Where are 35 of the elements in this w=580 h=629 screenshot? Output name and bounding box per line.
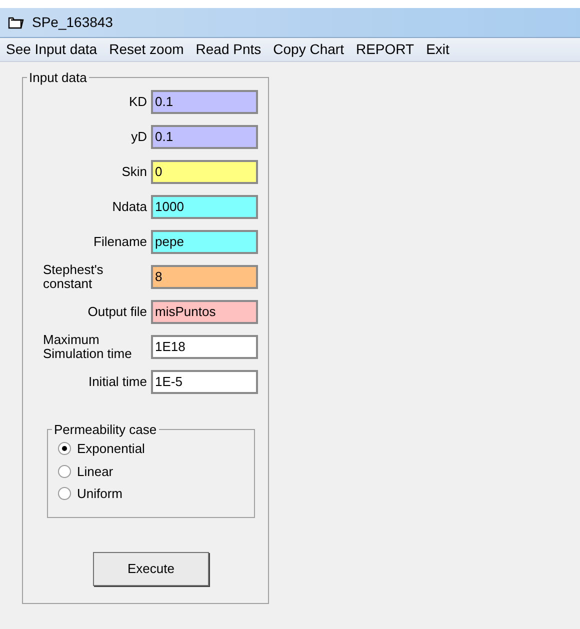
input-field[interactable]: 1000 <box>151 194 258 218</box>
input-field[interactable]: 0.1 <box>151 124 258 148</box>
input-field[interactable]: 1E18 <box>151 334 258 358</box>
input-field[interactable]: 0.1 <box>151 90 258 114</box>
radio-label: Uniform <box>77 485 123 503</box>
menu-item[interactable]: See Input data <box>0 39 104 60</box>
radio-button[interactable] <box>58 487 71 500</box>
radio-button[interactable] <box>58 442 71 456</box>
field-label: KD <box>128 94 147 108</box>
input-field[interactable]: 1E-5 <box>151 370 258 394</box>
input-field[interactable]: 8 <box>151 264 258 288</box>
field-label: Skin <box>122 164 147 178</box>
field-label: Ndata <box>112 200 147 214</box>
group-title: Input data <box>28 69 88 87</box>
input-field[interactable]: misPuntos <box>151 300 258 324</box>
field-label: Maximum Simulation time <box>43 332 133 360</box>
radio-label: Exponential <box>77 440 145 458</box>
menu-item[interactable]: REPORT <box>350 39 420 60</box>
field-label: Stephest's constant <box>43 262 104 290</box>
menu-item[interactable]: Copy Chart <box>267 39 350 60</box>
field-label: Initial time <box>88 374 147 388</box>
field-label: yD <box>131 130 147 144</box>
window-title: SPe_163843 <box>32 13 113 32</box>
input-field[interactable]: 0 <box>151 160 258 184</box>
execute-button[interactable]: Execute <box>93 552 209 586</box>
radio-label: Linear <box>77 462 114 480</box>
menu-item[interactable]: Read Pnts <box>190 39 268 60</box>
field-label: Output file <box>88 304 147 318</box>
group-title: Permeability case <box>53 420 158 439</box>
window-icon <box>8 16 24 30</box>
menu-item[interactable]: Reset zoom <box>103 39 190 60</box>
radio-button[interactable] <box>58 464 71 478</box>
input-field[interactable]: pepe <box>151 230 258 254</box>
field-label: Filename <box>94 234 147 248</box>
menu-item[interactable]: Exit <box>420 39 456 60</box>
